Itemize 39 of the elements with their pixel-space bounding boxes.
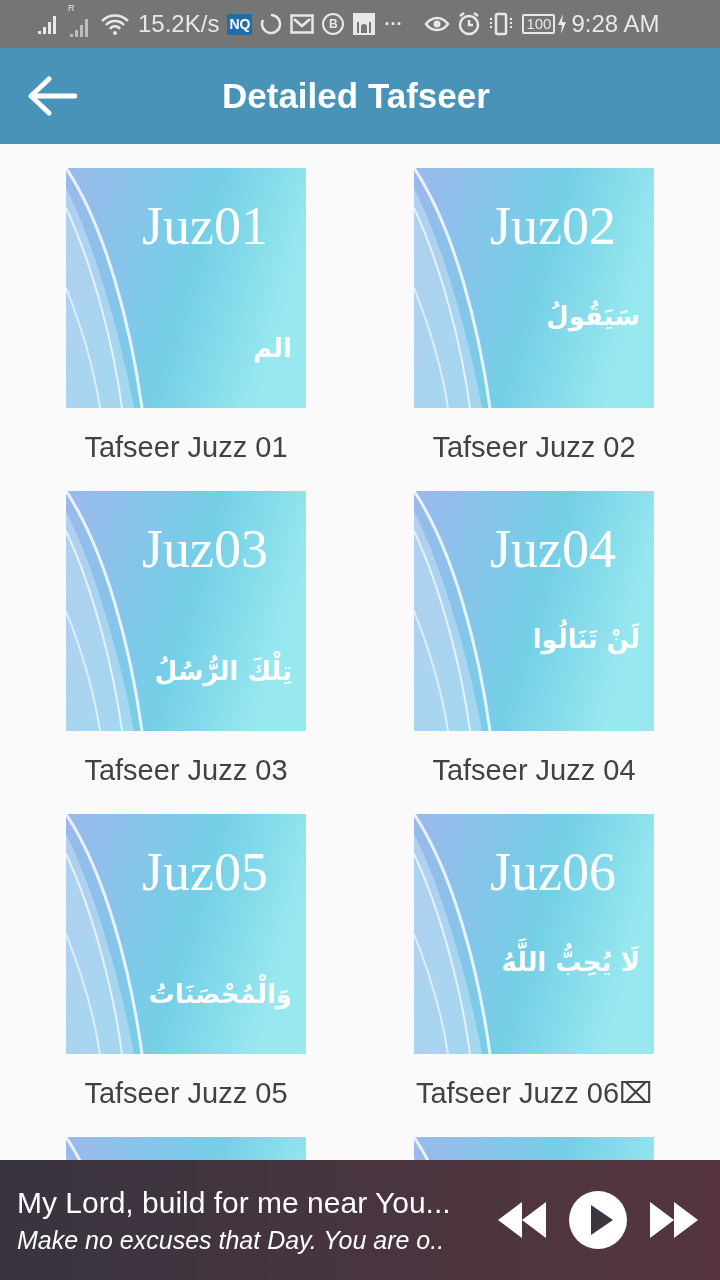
fast-forward-icon[interactable] <box>648 1200 700 1240</box>
track-title: My Lord, build for me near You... <box>17 1185 452 1221</box>
arabic-title: سَيَقُولُ <box>546 299 640 334</box>
arabic-title: تِلْكَ الرُّسُلُ <box>154 641 292 701</box>
network-speed: 15.2K/s <box>138 9 220 39</box>
vibrate-icon <box>488 12 515 36</box>
juz-number: Juz04 <box>490 519 616 579</box>
tile-label: Tafseer Juzz 01 <box>84 430 288 465</box>
roaming-label: R <box>68 4 75 13</box>
battery-level: 100 <box>522 14 556 34</box>
alarm-icon <box>458 12 481 36</box>
chat-letter-icon: B <box>322 13 345 35</box>
wifi-icon <box>100 12 130 36</box>
mail-icon <box>290 14 315 34</box>
tile-label: Tafseer Juzz 03 <box>84 753 288 788</box>
arabic-title: وَالْمُحْصَنَاتُ <box>148 964 292 1024</box>
app-badge: NQ <box>227 13 253 35</box>
track-subtitle: Make no excuses that Day. You are o.. <box>17 1225 446 1256</box>
juz-number: Juz01 <box>142 196 268 256</box>
screen-title: Detailed Tafseer <box>222 74 490 117</box>
eye-icon <box>424 14 451 34</box>
arabic-title: الم <box>252 332 292 365</box>
juz-number: Juz06 <box>490 842 616 902</box>
juz-number: Juz05 <box>142 842 268 902</box>
arabic-title: لَا يُحِبُّ اللَّهُ <box>501 932 640 992</box>
sync-icon <box>260 13 283 35</box>
rewind-icon[interactable] <box>496 1200 548 1240</box>
tile-label: Tafseer Juzz 02 <box>432 430 636 465</box>
play-icon[interactable] <box>568 1190 628 1250</box>
tile-label: Tafseer Juzz 06⌧ <box>415 1076 653 1111</box>
juz-number: Juz03 <box>142 519 268 579</box>
tile-label: Tafseer Juzz 05 <box>84 1076 288 1111</box>
charging-icon <box>557 14 568 34</box>
more-notifications: ··· <box>384 12 403 36</box>
arabic-title: لَنْ تَنَالُوا <box>532 609 640 669</box>
juz-number: Juz02 <box>490 196 616 256</box>
status-time: 9:28 AM <box>571 9 660 39</box>
back-arrow-icon[interactable] <box>27 76 77 116</box>
tile-label: Tafseer Juzz 04 <box>432 753 636 788</box>
